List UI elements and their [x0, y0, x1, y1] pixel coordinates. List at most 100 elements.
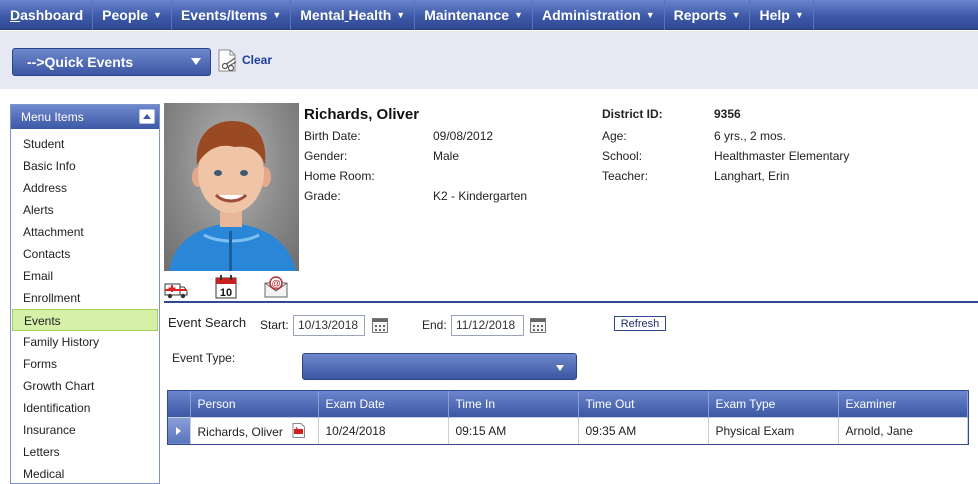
column-header-examiner[interactable]: Examiner	[838, 391, 968, 417]
calendar-icon-day: 10	[220, 287, 232, 299]
menu-item-insurance[interactable]: Insurance	[11, 419, 159, 441]
menu-item-medical[interactable]: Medical	[11, 463, 159, 484]
start-date-label: Start:	[260, 318, 289, 332]
menu-items-header: Menu Items	[11, 105, 159, 129]
grade-label: Grade:	[304, 189, 341, 203]
menu-item-attachment[interactable]: Attachment	[11, 221, 159, 243]
email-icon[interactable]: @	[264, 276, 288, 298]
event-type-label: Event Type:	[172, 351, 236, 365]
menu-item-events[interactable]: Events	[12, 309, 158, 331]
column-header-time-out[interactable]: Time Out	[578, 391, 709, 417]
nav-administration-label: Administration	[541, 6, 641, 23]
nav-events-items[interactable]: Events/Items ▼	[172, 0, 292, 30]
column-header-time-in[interactable]: Time In	[448, 391, 579, 417]
teacher-label: Teacher:	[602, 169, 649, 183]
teacher-value: Langhart, Erin	[714, 169, 790, 183]
row-selector-header	[168, 391, 191, 417]
svg-text:@: @	[272, 279, 281, 289]
end-date-input[interactable]: 11/12/2018	[451, 315, 524, 336]
table-header-row: Person Exam Date Time In Time Out Exam T…	[168, 391, 968, 417]
clear-link[interactable]: Clear	[242, 53, 272, 67]
student-portrait-image	[169, 121, 296, 271]
grade-value: K2 - Kindergarten	[433, 189, 528, 203]
start-date-calendar-icon[interactable]	[372, 318, 388, 333]
caret-down-icon: ▼	[272, 9, 282, 20]
cell-person: Richards, Oliver	[190, 416, 319, 444]
column-header-person[interactable]: Person	[190, 391, 319, 417]
cell-examiner: Arnold, Jane	[838, 416, 968, 444]
menu-item-letters[interactable]: Letters	[11, 441, 159, 463]
pdf-icon[interactable]	[292, 422, 306, 438]
nav-people-label: People	[102, 6, 149, 23]
quick-events-bar: -->Quick Events Clear	[0, 31, 978, 89]
menu-item-family-history[interactable]: Family History	[11, 331, 159, 353]
menu-item-basic-info[interactable]: Basic Info	[11, 155, 159, 177]
nav-dashboard[interactable]: Dashboard	[0, 0, 94, 30]
person-name: Richards, Oliver	[197, 424, 283, 439]
school-label: School:	[602, 149, 643, 163]
menu-item-identification[interactable]: Identification	[11, 397, 159, 419]
menu-item-enrollment[interactable]: Enrollment	[11, 287, 159, 309]
nav-events-items-label: Events/Items	[180, 6, 268, 23]
cell-time-in: 09:15 AM	[448, 416, 579, 444]
gender-value: Male	[433, 149, 460, 163]
nav-reports-label: Reports	[673, 6, 727, 23]
menu-items-panel: Menu Items Student Basic Info Address Alert…	[10, 104, 160, 484]
nav-help[interactable]: Help ▼	[750, 0, 814, 30]
chevron-down-icon	[191, 58, 201, 65]
nav-reports[interactable]: Reports ▼	[665, 0, 751, 30]
nav-mental-health-label-b: Health	[348, 6, 392, 23]
nav-dashboard-label: ashboard	[20, 6, 84, 23]
home-room-label: Home Room:	[304, 169, 375, 183]
caret-down-icon: ▼	[645, 9, 655, 20]
event-type-select[interactable]	[302, 353, 577, 380]
student-name: Richards, Oliver	[304, 106, 420, 123]
nav-administration[interactable]: Administration ▼	[533, 0, 665, 30]
refresh-button[interactable]: Refresh	[614, 316, 666, 331]
birth-date-value: 09/08/2012	[433, 129, 494, 143]
caret-down-icon: ▼	[731, 9, 741, 20]
quick-events-select[interactable]: -->Quick Events	[12, 48, 211, 76]
calendar-icon[interactable]: 10	[215, 275, 237, 299]
quick-events-selected: -->Quick Events	[27, 54, 134, 70]
age-value: 6 yrs., 2 mos.	[714, 129, 787, 143]
collapse-menu-button[interactable]	[139, 109, 155, 124]
caret-down-icon: ▼	[514, 9, 523, 20]
column-header-exam-date[interactable]: Exam Date	[318, 391, 449, 417]
cell-time-out: 09:35 AM	[578, 416, 709, 444]
nav-mental-health-label-a: Mental	[300, 6, 345, 23]
nav-maintenance-label: Maintenance	[424, 6, 510, 23]
ambulance-icon[interactable]	[164, 282, 188, 299]
event-search-title: Event Search	[168, 315, 247, 330]
start-date-input[interactable]: 10/13/2018	[293, 315, 365, 336]
menu-item-contacts[interactable]: Contacts	[11, 243, 159, 265]
table-row[interactable]: Richards, Oliver 10/24/2018 09:15 AM 09:…	[168, 416, 968, 444]
end-date-label: End:	[422, 318, 447, 332]
end-date-calendar-icon[interactable]	[530, 318, 546, 333]
column-header-exam-type[interactable]: Exam Type	[708, 391, 839, 417]
district-id-label: District ID:	[602, 107, 663, 121]
menu-list: Student Basic Info Address Alerts Attachment…	[11, 129, 159, 484]
cell-exam-type: Physical Exam	[708, 416, 839, 444]
birth-date-label: Birth Date:	[304, 129, 361, 143]
menu-item-growth-chart[interactable]: Growth Chart	[11, 375, 159, 397]
cell-exam-date: 10/24/2018	[318, 416, 449, 444]
caret-down-icon: ▼	[794, 9, 804, 20]
student-photo	[164, 103, 299, 271]
menu-item-forms[interactable]: Forms	[11, 353, 159, 375]
nav-mental-health[interactable]: Mental Health ▼	[291, 0, 416, 30]
menu-item-alerts[interactable]: Alerts	[11, 199, 159, 221]
chevron-down-icon	[556, 365, 564, 371]
clear-scissors-icon[interactable]	[216, 49, 238, 73]
events-table: Person Exam Date Time In Time Out Exam T…	[167, 390, 969, 445]
nav-people[interactable]: People ▼	[93, 0, 172, 30]
top-nav-bar: Dashboard People ▼ Events/Items ▼ Mental H…	[0, 0, 978, 30]
nav-maintenance[interactable]: Maintenance ▼	[415, 0, 533, 30]
menu-item-address[interactable]: Address	[11, 177, 159, 199]
district-id-value: 9356	[714, 107, 741, 121]
nav-dashboard-access-key: D	[10, 6, 21, 23]
menu-item-email[interactable]: Email	[11, 265, 159, 287]
row-selector[interactable]	[168, 416, 191, 444]
menu-item-student[interactable]: Student	[11, 133, 159, 155]
menu-items-title: Menu Items	[21, 110, 84, 124]
